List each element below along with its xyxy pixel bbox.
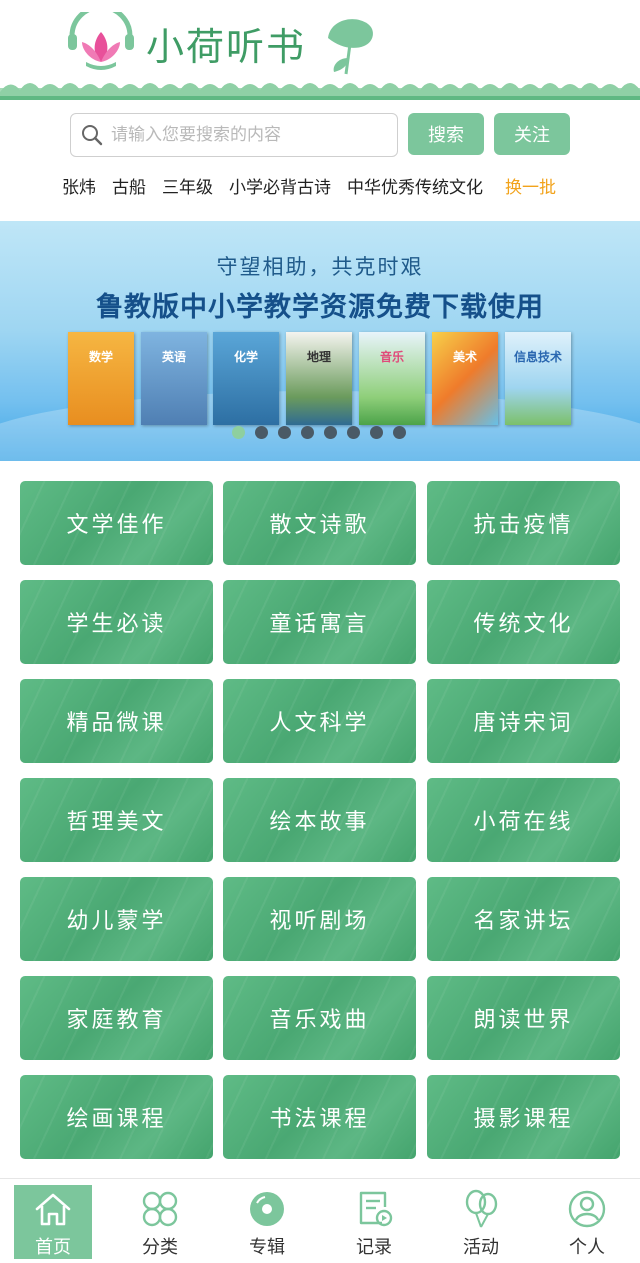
nav-item-category[interactable]: 分类: [121, 1185, 199, 1259]
category-tile[interactable]: 摄影课程: [427, 1075, 620, 1159]
home-icon: [35, 1193, 71, 1226]
search-bar: 搜索 关注: [70, 113, 570, 157]
category-tile[interactable]: 视听剧场: [223, 877, 416, 961]
category-tile[interactable]: 朗读世界: [427, 976, 620, 1060]
textbook-cover: 音乐: [359, 332, 425, 425]
category-tile[interactable]: 抗击疫情: [427, 481, 620, 565]
hot-keyword[interactable]: 古船: [112, 173, 146, 198]
category-tile[interactable]: 绘画课程: [20, 1075, 213, 1159]
banner-subtitle: 守望相助，共克时艰: [216, 255, 424, 279]
category-tile[interactable]: 绘本故事: [223, 778, 416, 862]
banner-pagination: [232, 426, 412, 440]
pagination-dot[interactable]: [255, 426, 268, 439]
hot-keyword[interactable]: 中华优秀传统文化: [347, 173, 483, 198]
pagination-dot[interactable]: [232, 426, 245, 439]
category-tile[interactable]: 书法课程: [223, 1075, 416, 1159]
record-icon: [359, 1191, 393, 1227]
textbook-covers: 数学 英语 化学 地理 音乐 美术 信息技术: [68, 332, 572, 425]
category-tile[interactable]: 文学佳作: [20, 481, 213, 565]
search-icon: [82, 125, 103, 146]
app-header: 小荷听书: [0, 0, 640, 100]
textbook-cover: 地理: [286, 332, 352, 425]
nav-item-home[interactable]: 首页: [14, 1185, 92, 1259]
category-tile[interactable]: 幼儿蒙学: [20, 877, 213, 961]
nav-item-profile[interactable]: 个人: [548, 1185, 626, 1259]
category-tile[interactable]: 名家讲坛: [427, 877, 620, 961]
category-tile[interactable]: 人文科学: [223, 679, 416, 763]
profile-icon: [568, 1190, 606, 1228]
follow-button[interactable]: 关注: [494, 113, 570, 155]
category-tile[interactable]: 精品微课: [20, 679, 213, 763]
search-input[interactable]: [111, 114, 391, 156]
textbook-cover: 化学: [213, 332, 279, 425]
hot-keyword[interactable]: 张炜: [62, 173, 96, 198]
pagination-dot[interactable]: [393, 426, 406, 439]
nav-item-activity[interactable]: 活动: [442, 1185, 520, 1259]
app-logo[interactable]: 小荷听书: [66, 8, 380, 78]
pagination-dot[interactable]: [278, 426, 291, 439]
hot-keyword[interactable]: 三年级: [162, 173, 213, 198]
category-tile[interactable]: 散文诗歌: [223, 481, 416, 565]
banner-title: 鲁教版中小学教学资源免费下载使用: [96, 292, 544, 323]
lotus-leaf-icon: [328, 19, 373, 75]
app-name: 小荷听书: [146, 24, 307, 69]
textbook-cover: 英语: [141, 332, 207, 425]
lotus-logo-icon: [68, 12, 134, 70]
nav-item-album[interactable]: 专辑: [228, 1185, 306, 1259]
category-tile[interactable]: 传统文化: [427, 580, 620, 664]
pagination-dot[interactable]: [347, 426, 360, 439]
refresh-keywords-link[interactable]: 换一批: [505, 173, 556, 198]
pagination-dot[interactable]: [301, 426, 314, 439]
hot-keywords: 张炜 古船 三年级 小学必背古诗 中华优秀传统文化 换一批: [62, 170, 582, 200]
category-tile[interactable]: 小荷在线: [427, 778, 620, 862]
search-box[interactable]: [70, 113, 398, 157]
bottom-nav: 首页 分类 专辑 记录 活动 个人: [0, 1178, 640, 1263]
nav-item-record[interactable]: 记录: [335, 1185, 413, 1259]
category-tile[interactable]: 音乐戏曲: [223, 976, 416, 1060]
hot-keyword[interactable]: 小学必背古诗: [229, 173, 331, 198]
leaf-border-decoration: [0, 83, 640, 100]
textbook-cover: 信息技术: [505, 332, 571, 425]
category-tile[interactable]: 学生必读: [20, 580, 213, 664]
textbook-cover: 数学: [68, 332, 134, 425]
album-icon: [250, 1192, 284, 1226]
category-tile[interactable]: 哲理美文: [20, 778, 213, 862]
search-button[interactable]: 搜索: [408, 113, 484, 155]
category-icon: [142, 1191, 178, 1227]
textbook-cover: 美术: [432, 332, 498, 425]
category-tile[interactable]: 童话寓言: [223, 580, 416, 664]
category-tile[interactable]: 家庭教育: [20, 976, 213, 1060]
category-tile[interactable]: 唐诗宋词: [427, 679, 620, 763]
promo-banner[interactable]: 守望相助，共克时艰 鲁教版中小学教学资源免费下载使用 数学 英语 化学 地理 音…: [0, 221, 640, 461]
pagination-dot[interactable]: [370, 426, 383, 439]
balloon-icon: [465, 1189, 498, 1228]
pagination-dot[interactable]: [324, 426, 337, 439]
